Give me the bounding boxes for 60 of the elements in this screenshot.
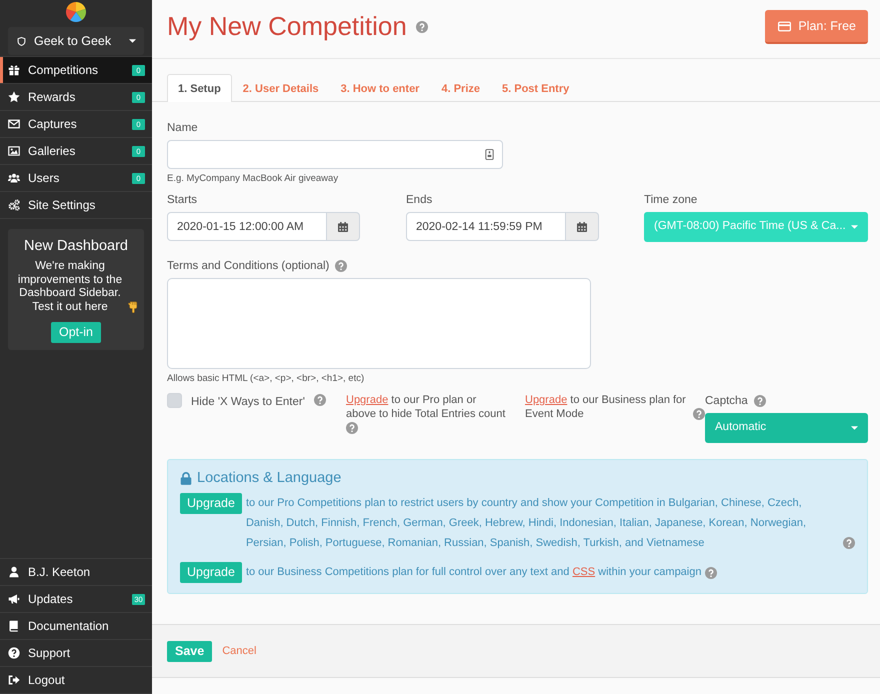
field-label: Terms and Conditions (optional) (167, 259, 330, 273)
promo-text: We're making improvements to the Dashboard Sidebar. Test it out here (16, 260, 124, 314)
checkbox-label: Hide 'X Ways to Enter' (191, 395, 305, 410)
terms-field[interactable] (167, 278, 591, 369)
sign-out-icon (8, 674, 20, 686)
sidebar-item[interactable]: B.J. Keeton (0, 559, 152, 586)
help-icon (335, 260, 348, 272)
help-icon (843, 537, 855, 549)
caret-icon (129, 39, 136, 43)
star-icon (8, 91, 20, 103)
help-icon (754, 395, 766, 407)
gift-icon (8, 64, 20, 76)
help-icon (416, 20, 428, 32)
help-icon (705, 567, 718, 579)
image-icon (8, 145, 20, 157)
page-title: My New Competition (167, 10, 407, 43)
sidebar-item[interactable]: Support (0, 640, 152, 667)
help-text: E.g. MyCompany MacBook Air giveaway (167, 173, 338, 185)
logo-icon (66, 2, 86, 22)
help-text: Allows basic HTML (<a>, <p>, <br>, <h1>, etc) (167, 373, 364, 385)
gears-icon (8, 199, 20, 211)
upsell-text: to our Business Competitions plan for full control over any text and CSS within your campaign (246, 565, 702, 580)
calendar-icon (338, 222, 348, 232)
account-dropdown[interactable]: Geek to Geek (8, 27, 144, 55)
field-label: Time zone (644, 193, 698, 207)
help-icon (346, 422, 358, 434)
card-icon (485, 149, 494, 160)
promo-title: New Dashboard (23, 237, 129, 255)
sidebar-item[interactable]: Site Settings (0, 192, 152, 219)
help-icon (8, 647, 20, 659)
sidebar-item[interactable]: Documentation (0, 613, 152, 640)
shield-icon (17, 36, 26, 46)
calendar-button[interactable] (327, 212, 360, 241)
date-field[interactable]: 2020-02-14 11:59:59 PM (406, 212, 566, 241)
book-icon (8, 620, 20, 632)
envelope-icon (8, 118, 20, 130)
lock-icon (180, 472, 192, 484)
sidebar-item[interactable]: Logout (0, 667, 152, 694)
field-label: Ends (406, 193, 432, 207)
calendar-button[interactable] (566, 212, 599, 241)
megaphone-icon (8, 593, 20, 605)
caret-icon (851, 225, 858, 229)
field-label: Name (167, 121, 198, 135)
field-label: Starts (167, 193, 198, 207)
upsell-text: Upgrade to our Pro plan or above to hide Total Entries count (346, 394, 506, 421)
date-field[interactable]: 2020-01-15 12:00:00 AM (167, 212, 327, 241)
help-icon (693, 408, 705, 420)
name-field[interactable] (167, 140, 503, 169)
upsell-text: to our Pro Competitions plan to restrict users by country and show your Competition in Bulgarian, Chinese, Czech, Danish, Dutch, Finnish, French, German, Greek, Hebrew, Hindi, Indonesian, Italian, Japanese, Korean, Norwegian, Persian, Polish, Portuguese, Romanian, Russian, Spanish, Swedish, Turkish, and Vietnamese (246, 496, 808, 551)
upsell-text: Upgrade to our Business plan for Event Mode (525, 394, 687, 421)
caret-icon (851, 426, 858, 430)
help-icon (314, 394, 326, 406)
calendar-icon (577, 222, 587, 232)
credit-card-icon (778, 20, 792, 32)
tab[interactable]: 1. Setup (167, 74, 232, 102)
pointing-hand-icon (128, 301, 138, 313)
panel-title: Locations & Language (197, 469, 342, 487)
users-icon (8, 172, 20, 184)
field-label: Captcha (705, 394, 748, 408)
user-icon (8, 566, 20, 578)
